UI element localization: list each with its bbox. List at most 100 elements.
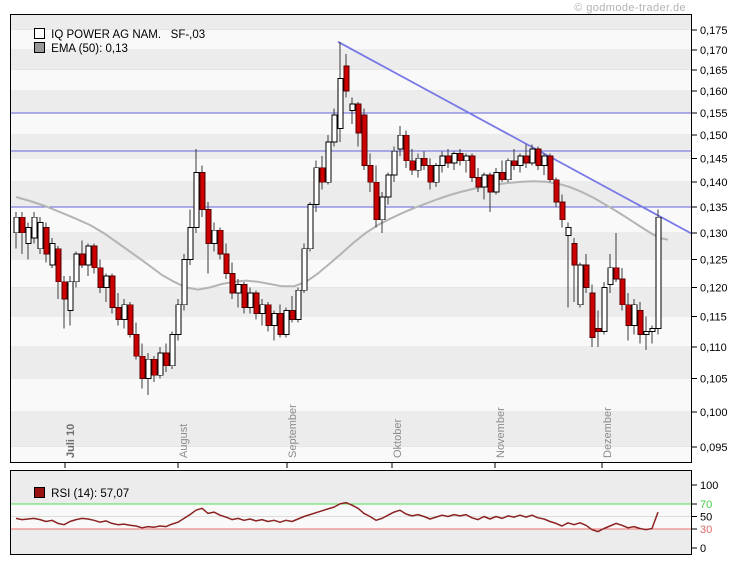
- candle-down: [457, 153, 464, 162]
- candle-up: [493, 172, 500, 193]
- price-tick-label: 0,110: [700, 342, 727, 354]
- candle-down: [241, 284, 248, 309]
- candle-up: [325, 141, 332, 183]
- candle-down: [343, 65, 350, 92]
- price-band: [10, 346, 692, 379]
- price-tick-label: 0,095: [700, 442, 728, 454]
- candle-up: [529, 148, 536, 164]
- month-label: November: [495, 407, 507, 458]
- candle-down: [205, 209, 212, 244]
- candle-down: [19, 216, 26, 234]
- candle-up: [307, 204, 314, 250]
- candle-up: [103, 275, 110, 288]
- candle-up: [181, 259, 188, 306]
- candle-up: [397, 134, 404, 150]
- price-series-checkbox[interactable]: [34, 28, 46, 39]
- rsi-legend: RSI (14): 57,07: [15, 474, 129, 500]
- candle-up: [283, 310, 290, 335]
- candle-up: [379, 196, 386, 221]
- candle-down: [97, 267, 104, 288]
- price-band: [10, 112, 692, 136]
- candle-down: [229, 272, 236, 294]
- candle-up: [271, 313, 278, 326]
- candle-up: [301, 248, 308, 291]
- candle-down: [559, 201, 566, 221]
- price-tick-label: 0,165: [700, 65, 728, 77]
- candle-down: [445, 155, 452, 164]
- rsi-series-label: RSI (14): 57,07: [51, 488, 130, 500]
- rsi-tick-label: 50: [700, 512, 712, 524]
- candle-up: [349, 103, 356, 112]
- price-tick-label: 0,175: [700, 25, 728, 37]
- rsi-tick-label: 30: [700, 524, 712, 536]
- ema-series-swatch[interactable]: [34, 42, 46, 53]
- price-band: [10, 411, 692, 447]
- candle-down: [409, 160, 416, 171]
- price-tick-label: 0,115: [700, 311, 727, 323]
- candle-down: [499, 172, 506, 181]
- candle-up: [451, 153, 458, 164]
- candle-up: [25, 227, 32, 244]
- candle-down: [487, 174, 494, 193]
- candle-up: [655, 216, 662, 329]
- candle-up: [337, 78, 344, 129]
- price-series-label: IQ POWER AG NAM. SF-,03: [51, 29, 206, 41]
- chart-window: © godmode-trader.de 0,175 0,170 0,165 0,160…: [0, 0, 730, 561]
- rsi-tick-label: 70: [700, 499, 712, 511]
- month-label: Dezember: [602, 407, 614, 458]
- price-tick-label: 0,160: [700, 86, 728, 98]
- candle-up: [391, 150, 398, 176]
- candle-up: [175, 304, 182, 335]
- candle-down: [319, 167, 326, 183]
- candle-up: [121, 304, 128, 320]
- rsi-legend-row: RSI (14): 57,07: [15, 474, 129, 500]
- main-chart-legend: IQ POWER AG NAM. SF-,03 EMA (50): 0,13: [15, 15, 205, 55]
- candle-up: [13, 216, 20, 234]
- candle-down: [547, 155, 554, 181]
- price-tick-label: 0,155: [700, 108, 728, 120]
- candle-up: [73, 253, 80, 283]
- month-label: September: [287, 404, 299, 458]
- candle-up: [433, 164, 440, 183]
- rsi-tick-label: 100: [700, 480, 718, 492]
- price-tick-label: 0,125: [700, 255, 728, 267]
- price-band: [10, 182, 692, 208]
- candle-up: [67, 281, 74, 311]
- price-band: [10, 378, 692, 412]
- candle-up: [565, 227, 572, 236]
- candle-up: [247, 292, 254, 309]
- candle-up: [331, 114, 338, 143]
- month-label: Oktober: [392, 419, 404, 458]
- candle-down: [133, 334, 140, 357]
- candle-up: [439, 155, 446, 166]
- price-band: [10, 207, 692, 233]
- ema-series-label: EMA (50): 0,13: [51, 43, 128, 55]
- price-series-legend-row: IQ POWER AG NAM. SF-,03: [15, 15, 205, 41]
- price-band: [10, 135, 692, 159]
- candle-down: [583, 264, 590, 288]
- candle-down: [637, 310, 644, 335]
- price-tick-label: 0,170: [700, 45, 728, 57]
- candle-down: [403, 134, 410, 162]
- candle-down: [535, 148, 542, 166]
- candle-up: [85, 245, 92, 266]
- candle-up: [49, 242, 56, 266]
- candle-down: [619, 278, 626, 306]
- candle-up: [577, 264, 584, 306]
- price-tick-label: 0,100: [700, 407, 728, 419]
- candle-up: [37, 221, 44, 250]
- candle-down: [553, 179, 560, 203]
- candle-down: [625, 304, 632, 326]
- candle-up: [481, 174, 488, 188]
- price-tick-label: 0,145: [700, 153, 728, 165]
- candle-up: [541, 155, 548, 166]
- candle-down: [163, 352, 170, 367]
- price-tick-label: 0,105: [700, 374, 728, 386]
- candle-up: [649, 328, 656, 332]
- candle-up: [415, 157, 422, 171]
- candle-down: [223, 253, 230, 274]
- rsi-series-swatch[interactable]: [34, 487, 46, 498]
- candle-up: [211, 229, 218, 244]
- price-tick-label: 0,120: [700, 282, 728, 294]
- candle-down: [595, 328, 602, 332]
